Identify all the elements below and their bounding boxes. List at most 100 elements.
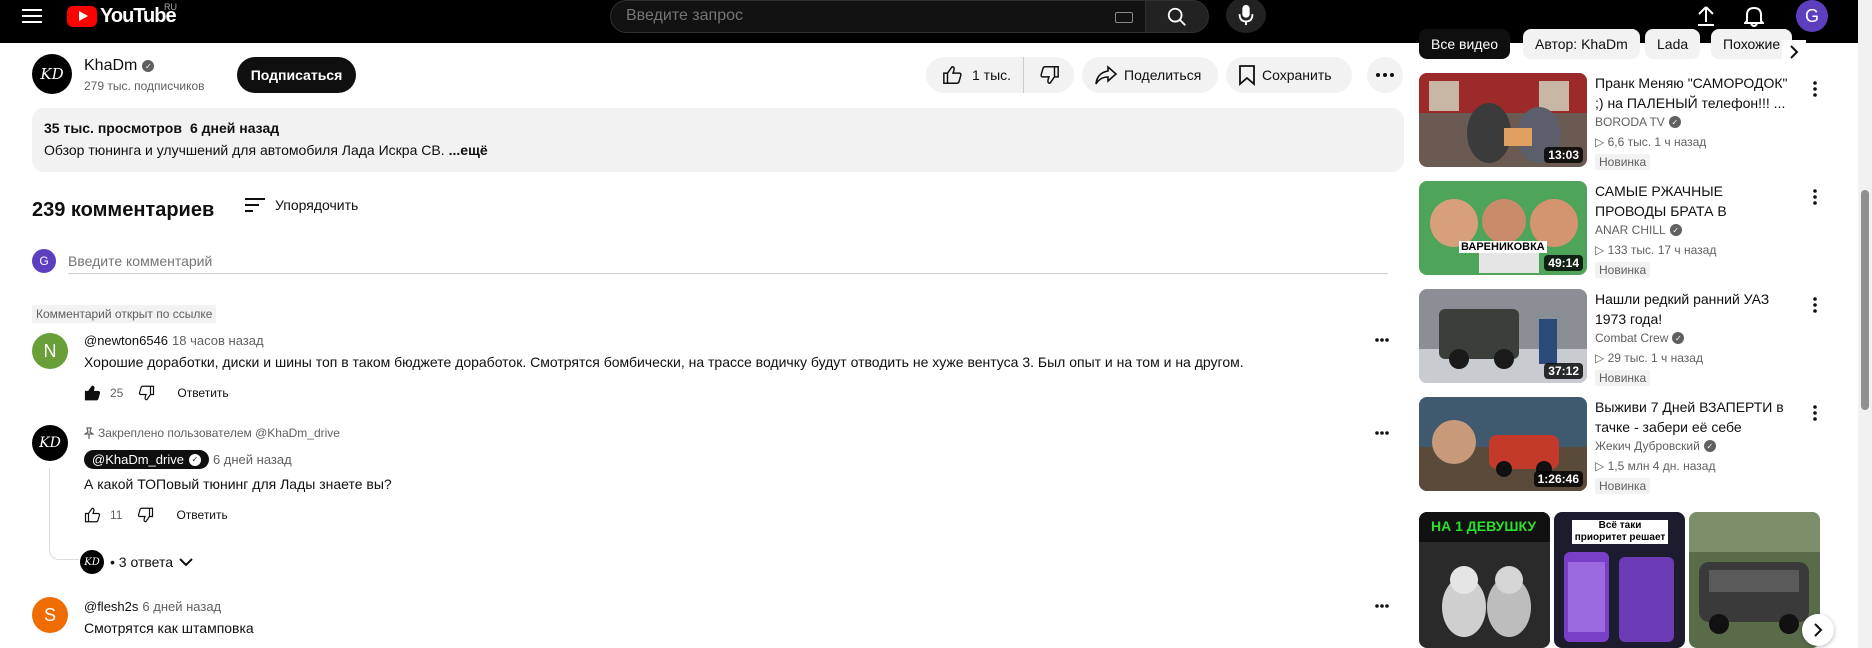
thumbnail-text: ВАРЕНИКОВКА bbox=[1459, 241, 1547, 253]
shorts-thumbnail[interactable] bbox=[1689, 512, 1820, 648]
description-box[interactable]: 35 тыс. просмотров 6 дней назад Обзор тюн… bbox=[32, 108, 1404, 172]
comment-actions: 11 Ответить bbox=[84, 506, 228, 524]
video-title[interactable]: Выживи 7 Дней ВЗАПЕРТИ в тачке - забери … bbox=[1595, 397, 1795, 437]
description-more-link[interactable]: ...ещё bbox=[449, 142, 488, 158]
video-title[interactable]: САМЫЕ РЖАЧНЫЕ ПРОВОДЫ БРАТА В ДЕРЕВНЕ У … bbox=[1595, 181, 1795, 221]
recommended-video[interactable]: ВАРЕНИКОВКА 49:14 САМЫЕ РЖАЧНЫЕ ПРОВОДЫ … bbox=[1419, 181, 1819, 278]
subscriber-count: 279 тыс. подписчиков bbox=[84, 79, 205, 93]
comment-author[interactable]: @newton6546 bbox=[84, 333, 168, 348]
thumbs-up-icon[interactable] bbox=[84, 506, 102, 524]
upload-button[interactable] bbox=[1694, 4, 1718, 28]
youtube-logo[interactable]: YouTube RU bbox=[67, 2, 177, 28]
sort-button[interactable]: Упорядочить bbox=[245, 197, 358, 213]
channel-name: BORODA TV bbox=[1595, 115, 1665, 129]
comment-avatar[interactable]: KD bbox=[32, 425, 68, 461]
search-button[interactable] bbox=[1145, 0, 1209, 33]
video-duration: 37:12 bbox=[1544, 363, 1583, 379]
verified-icon: ✓ bbox=[142, 60, 155, 72]
save-button[interactable]: Сохранить bbox=[1226, 57, 1352, 93]
chip-lada[interactable]: Lada bbox=[1645, 29, 1701, 59]
video-thumbnail[interactable]: 1:26:46 bbox=[1419, 397, 1587, 491]
more-vertical-icon bbox=[1813, 297, 1817, 313]
shorts-text: Всё таки приоритет решает bbox=[1572, 520, 1668, 544]
comment-input[interactable] bbox=[68, 248, 1388, 274]
comment-like-count: 11 bbox=[110, 508, 123, 522]
save-label: Сохранить bbox=[1262, 67, 1332, 83]
reply-button[interactable]: Ответить bbox=[177, 386, 228, 400]
description-meta: 35 тыс. просмотров 6 дней назад bbox=[44, 120, 1392, 136]
video-thumbnail[interactable]: 37:12 bbox=[1419, 289, 1587, 383]
pinned-label: Закреплено пользователем @KhaDm_drive bbox=[84, 426, 340, 440]
video-channel[interactable]: ANAR CHILL ✓ bbox=[1595, 223, 1682, 237]
comment-more-button[interactable] bbox=[1370, 421, 1394, 445]
reply-button[interactable]: Ответить bbox=[176, 508, 227, 522]
recommended-video[interactable]: 37:12 Нашли редкий ранний УАЗ 1973 года!… bbox=[1419, 289, 1819, 386]
verified-icon: ✓ bbox=[1668, 116, 1681, 128]
thumbs-up-icon[interactable] bbox=[84, 384, 102, 402]
channel-avatar[interactable]: KD bbox=[32, 54, 72, 94]
video-meta: ▷ 1,5 млн 4 дн. назад bbox=[1595, 459, 1716, 473]
show-replies-button[interactable]: KD • 3 ответа bbox=[80, 550, 193, 574]
shorts-next-button[interactable] bbox=[1802, 614, 1834, 646]
owner-author-badge[interactable]: @KhaDm_drive ✓ bbox=[84, 450, 209, 469]
comment-more-button[interactable] bbox=[1370, 594, 1394, 618]
search-input[interactable] bbox=[626, 7, 1106, 25]
dislike-button[interactable] bbox=[1024, 57, 1074, 93]
voice-search-button[interactable] bbox=[1226, 0, 1266, 33]
replies-avatar: KD bbox=[80, 550, 104, 574]
comment-time[interactable]: 18 часов назад bbox=[172, 333, 264, 348]
shorts-thumbnail[interactable]: НА 1 ДЕВУШКУ bbox=[1419, 512, 1550, 648]
notifications-button[interactable] bbox=[1742, 4, 1766, 28]
channel-name: Combat Crew bbox=[1595, 331, 1669, 345]
chevron-down-icon bbox=[179, 558, 193, 567]
scrollbar-thumb[interactable] bbox=[1861, 190, 1869, 410]
share-button[interactable]: Поделиться bbox=[1082, 57, 1218, 93]
video-title[interactable]: Нашли редкий ранний УАЗ 1973 года! bbox=[1595, 289, 1795, 329]
video-channel[interactable]: Combat Crew ✓ bbox=[1595, 331, 1685, 345]
shorts-thumbnail[interactable]: Всё таки приоритет решает bbox=[1554, 512, 1685, 648]
upload-icon bbox=[1698, 6, 1714, 26]
description-body: Обзор тюнинга и улучшений для автомобиля… bbox=[44, 142, 445, 158]
verified-icon: ✓ bbox=[1669, 224, 1682, 236]
recommended-video[interactable]: 1:26:46 Выживи 7 Дней ВЗАПЕРТИ в тачке -… bbox=[1419, 397, 1819, 494]
channel-name[interactable]: KhaDm ✓ bbox=[84, 57, 155, 75]
menu-icon[interactable] bbox=[20, 4, 44, 28]
view-count: 35 тыс. просмотров bbox=[44, 120, 182, 136]
account-avatar[interactable]: G bbox=[1796, 0, 1828, 32]
comment-text: Смотрятся как штамповка bbox=[84, 620, 254, 636]
like-button[interactable]: 1 тыс. bbox=[926, 57, 1025, 93]
thumbs-down-icon[interactable] bbox=[137, 384, 155, 402]
video-title[interactable]: Пранк Меняю "САМОРОДОК" ;) на ПАЛЕНЫЙ те… bbox=[1595, 73, 1795, 113]
video-channel[interactable]: BORODA TV ✓ bbox=[1595, 115, 1681, 129]
comment-avatar[interactable]: S bbox=[32, 597, 68, 633]
video-more-button[interactable] bbox=[1803, 185, 1827, 209]
comment-time[interactable]: 6 дней назад bbox=[142, 599, 221, 614]
video-thumbnail[interactable]: ВАРЕНИКОВКА 49:14 bbox=[1419, 181, 1587, 275]
subscribe-button[interactable]: Подписаться bbox=[237, 57, 356, 93]
video-channel[interactable]: Жекич Дубровский ✓ bbox=[1595, 439, 1716, 453]
verified-icon: ✓ bbox=[188, 453, 201, 466]
like-count: 1 тыс. bbox=[971, 67, 1012, 83]
sort-icon bbox=[245, 198, 265, 212]
chip-author[interactable]: Автор: KhaDm bbox=[1523, 29, 1640, 59]
comment-time[interactable]: 6 дней назад bbox=[213, 452, 292, 467]
thumbs-down-icon[interactable] bbox=[136, 506, 154, 524]
video-meta: ▷ 133 тыс. 17 ч назад bbox=[1595, 243, 1717, 257]
chip-similar[interactable]: Похожие bbox=[1711, 29, 1793, 59]
keyboard-icon[interactable] bbox=[1115, 12, 1133, 23]
microphone-icon bbox=[1238, 4, 1254, 26]
chip-all-videos[interactable]: Все видео bbox=[1419, 29, 1511, 59]
comment-author[interactable]: @flesh2s bbox=[84, 599, 138, 614]
comment-more-button[interactable] bbox=[1370, 328, 1394, 352]
recommended-video[interactable]: 13:03 Пранк Меняю "САМОРОДОК" ;) на ПАЛЕ… bbox=[1419, 73, 1819, 170]
more-horizontal-icon bbox=[1376, 73, 1394, 77]
video-more-button[interactable] bbox=[1803, 293, 1827, 317]
chips-next-button[interactable] bbox=[1782, 40, 1806, 64]
more-actions-button[interactable] bbox=[1367, 57, 1403, 93]
video-thumbnail[interactable]: 13:03 bbox=[1419, 73, 1587, 167]
page-scrollbar[interactable] bbox=[1858, 0, 1872, 648]
search-box bbox=[610, 0, 1145, 33]
comment-avatar[interactable]: N bbox=[32, 333, 68, 369]
video-more-button[interactable] bbox=[1803, 77, 1827, 101]
video-more-button[interactable] bbox=[1803, 401, 1827, 425]
